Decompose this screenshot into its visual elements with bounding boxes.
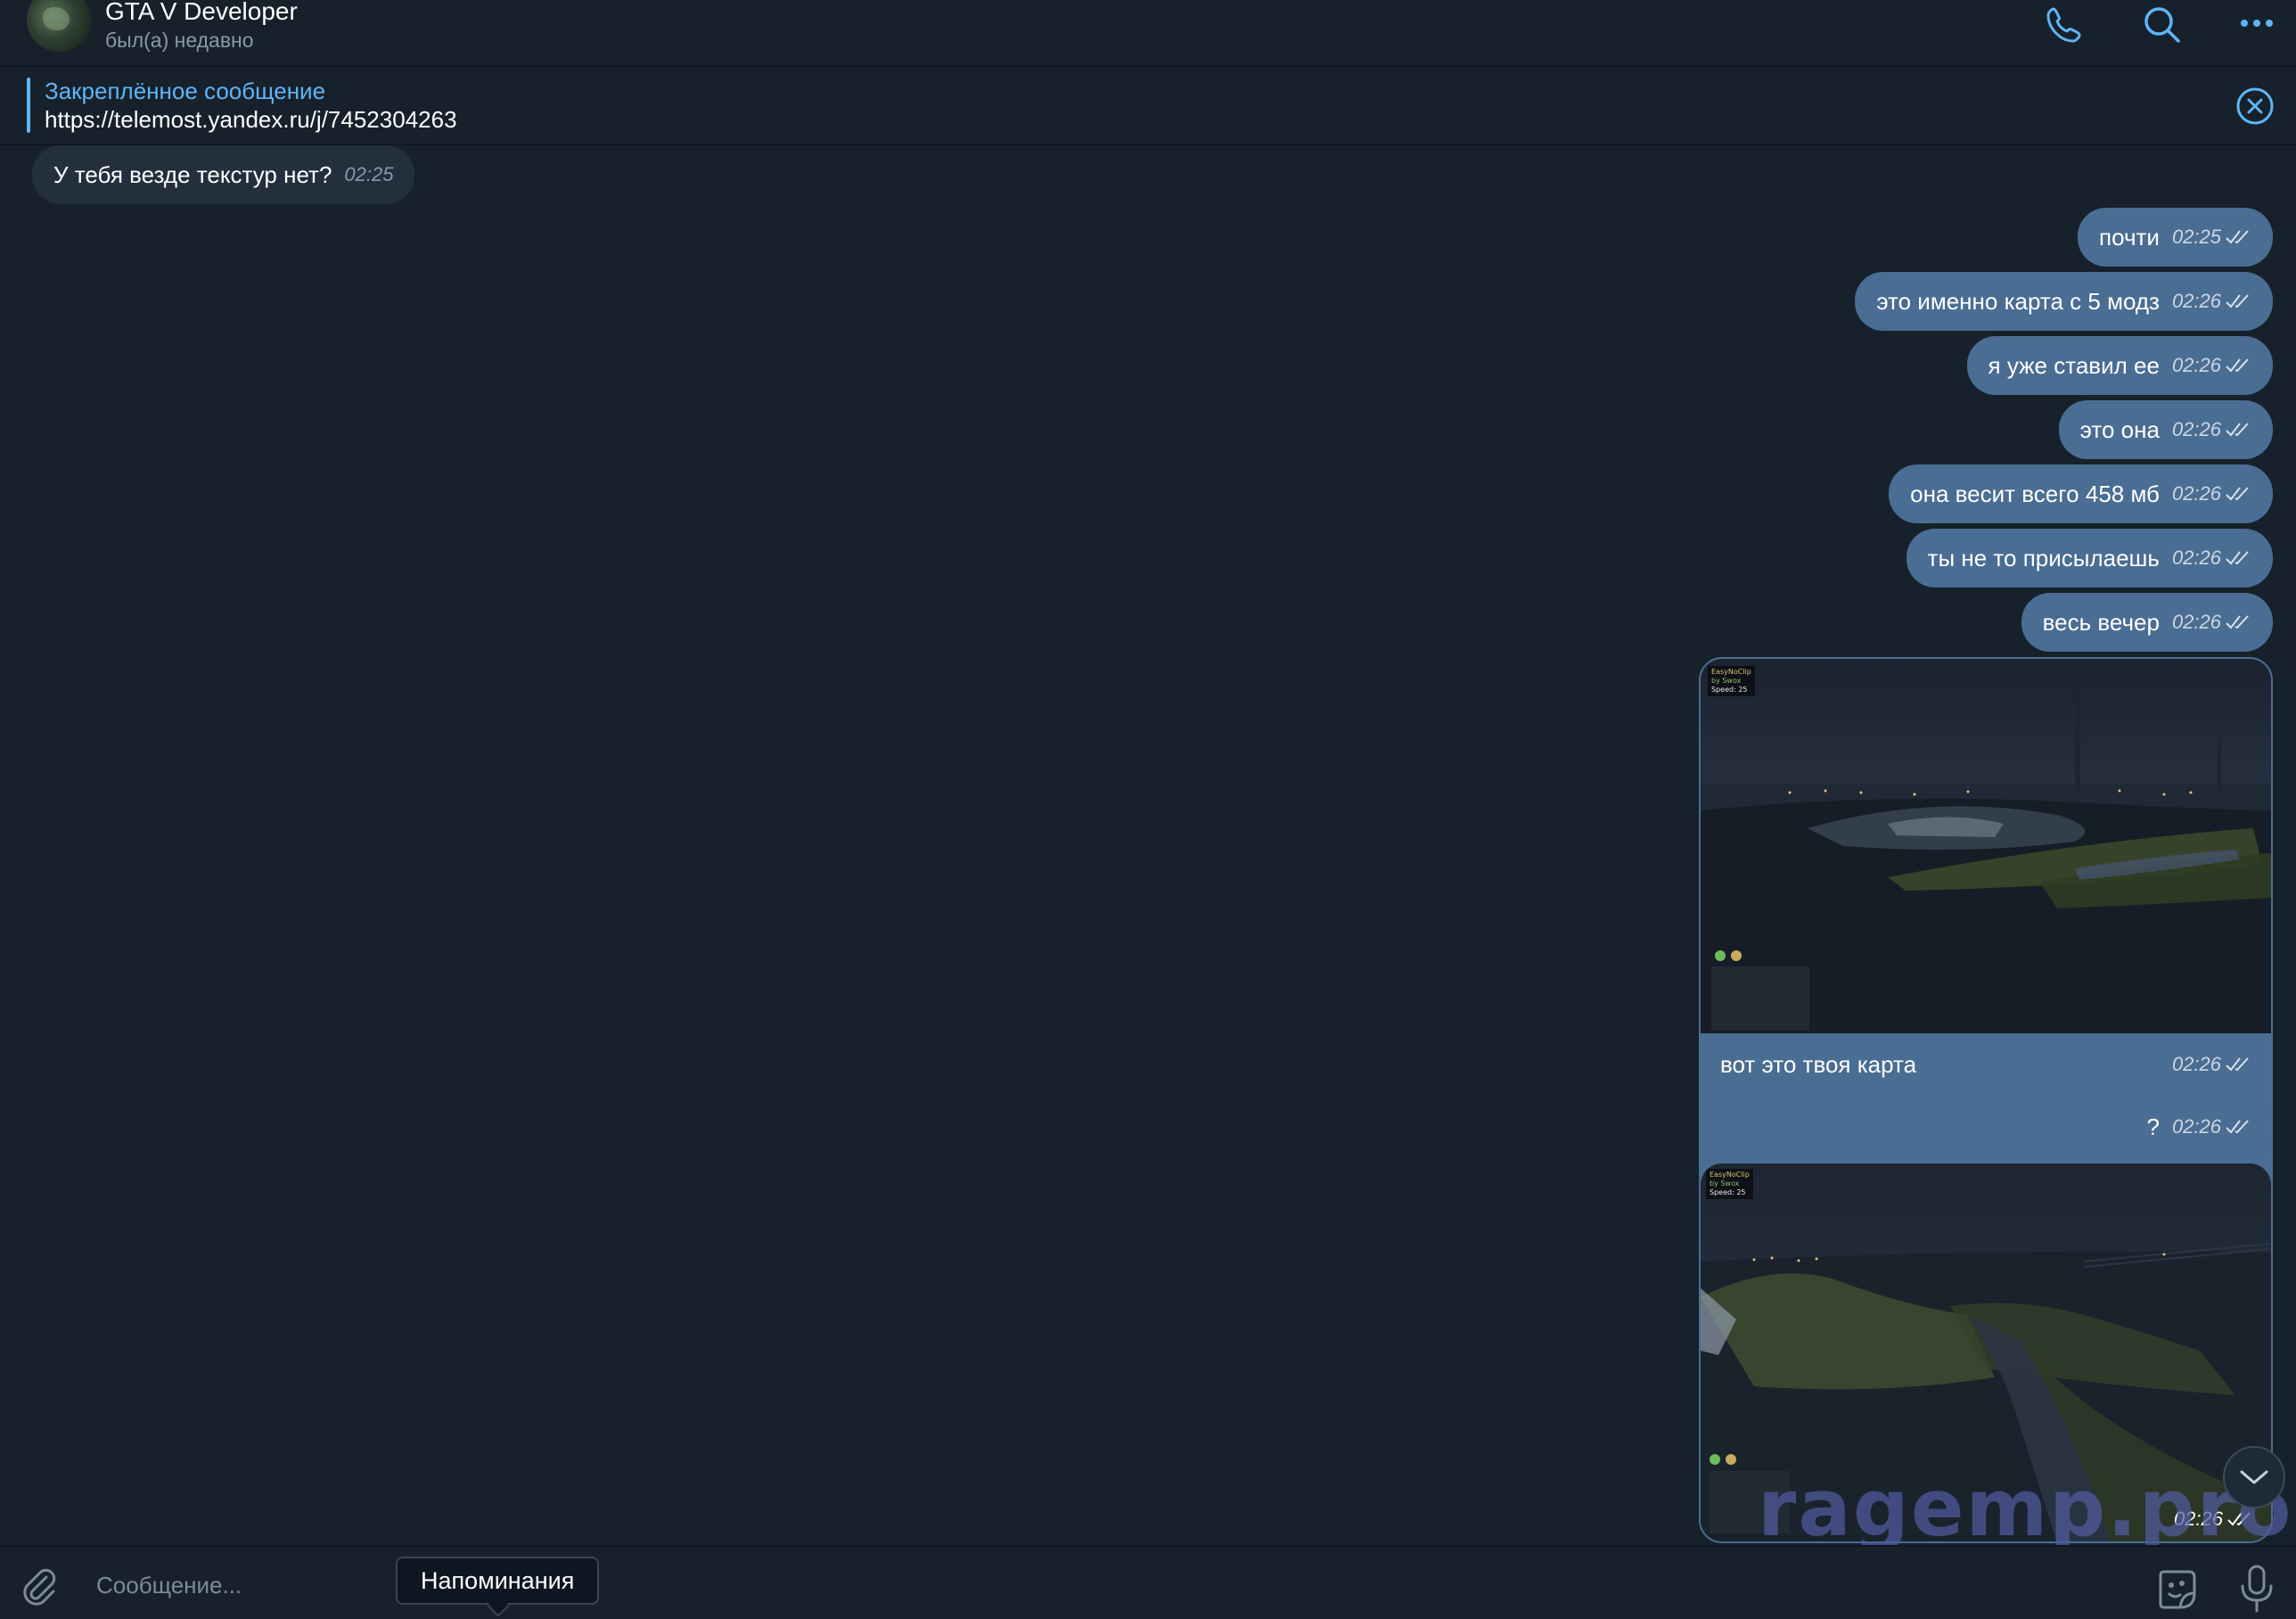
message-composer (0, 1545, 2296, 1619)
microphone-icon[interactable] (2234, 1563, 2280, 1615)
close-pinned-icon[interactable] (2234, 85, 2276, 127)
phone-icon[interactable] (2039, 0, 2089, 50)
message-time: 02:26 (2171, 290, 2221, 312)
chat-title[interactable]: GTA V Developer (105, 0, 298, 27)
message-text: это именно карта с 5 модз (1876, 288, 2160, 315)
message-time: 02:26 (2171, 482, 2221, 505)
photo-caption: вот это твоя карта (1720, 1051, 1917, 1078)
double-check-icon (2226, 1057, 2249, 1072)
message-bubble-outgoing[interactable]: весь вечер 02:26 (2021, 593, 2273, 652)
double-check-icon (2226, 230, 2249, 244)
pinned-message[interactable]: Закреплённое сообщение https://telemost.… (0, 67, 2296, 145)
message-time: 02:26 (2171, 611, 2221, 633)
message-text: это она (2079, 416, 2160, 443)
message-text: она весит всего 458 мб (1910, 481, 2160, 507)
message-bubble-outgoing[interactable]: почти 02:25 (2077, 208, 2273, 267)
avatar[interactable] (27, 0, 91, 52)
double-check-icon (2226, 423, 2249, 437)
message-list[interactable]: У тебя везде текстур нет? 02:25 почти 02… (0, 145, 2296, 1543)
reminders-tooltip: Напоминания (396, 1557, 600, 1605)
sticker-icon[interactable] (2152, 1565, 2202, 1615)
message-bubble-outgoing[interactable]: я уже ставил ее 02:26 (1966, 336, 2273, 395)
message-bubble-outgoing[interactable]: ? 02:26 (2125, 1097, 2273, 1156)
scroll-down-button[interactable] (2223, 1446, 2285, 1508)
double-check-icon (2226, 615, 2249, 629)
message-bubble-outgoing[interactable]: ты не то присылаешь 02:26 (1906, 529, 2273, 588)
pinned-link[interactable]: https://telemost.yandex.ru/j/7452304263 (45, 106, 457, 133)
double-check-icon (2226, 551, 2249, 565)
message-text: я уже ставил ее (1988, 352, 2160, 379)
message-time: 02:26 (2171, 547, 2221, 569)
double-check-icon (2226, 294, 2249, 308)
paperclip-icon[interactable] (18, 1565, 62, 1609)
message-bubble-incoming[interactable]: У тебя везде текстур нет? 02:25 (32, 145, 415, 204)
message-text: У тебя везде текстур нет? (53, 161, 332, 188)
message-time: 02:26 (2171, 418, 2221, 440)
hud-overlay: EasyNoClip by Swox Speed: 25 (1708, 666, 1755, 696)
double-check-icon (2226, 1120, 2249, 1134)
message-time: 02:26 (2171, 354, 2221, 376)
message-text: ты не то присылаешь (1927, 545, 2160, 571)
message-time: 02:26 (2171, 1053, 2221, 1075)
pinned-title: Закреплённое сообщение (45, 78, 326, 104)
message-time: 02:25 (2171, 226, 2221, 248)
double-check-icon (2226, 358, 2249, 373)
search-icon[interactable] (2137, 0, 2187, 50)
message-text: ? (2146, 1114, 2160, 1140)
game-screenshot-image[interactable] (1701, 659, 2271, 1033)
message-bubble-outgoing[interactable]: это именно карта с 5 модз 02:26 (1855, 272, 2273, 331)
chevron-down-icon (2240, 1470, 2268, 1484)
double-check-icon (2226, 487, 2249, 501)
chat-header: GTA V Developer был(а) недавно (0, 0, 2296, 67)
watermark: ragemp.pro (1758, 1462, 2293, 1554)
message-text: весь вечер (2042, 609, 2160, 636)
pinned-accent-bar (27, 78, 30, 133)
message-text: почти (2098, 224, 2160, 251)
chat-status: был(а) недавно (105, 29, 254, 52)
hud-overlay: EasyNoClip by Swox Speed: 25 (1706, 1169, 1753, 1199)
message-time: 02:26 (2171, 1115, 2221, 1138)
message-time: 02:25 (344, 163, 394, 185)
message-bubble-outgoing[interactable]: это она 02:26 (2058, 400, 2273, 459)
more-icon[interactable] (2232, 0, 2282, 50)
message-bubble-outgoing[interactable]: она весит всего 458 мб 02:26 (1889, 464, 2273, 523)
